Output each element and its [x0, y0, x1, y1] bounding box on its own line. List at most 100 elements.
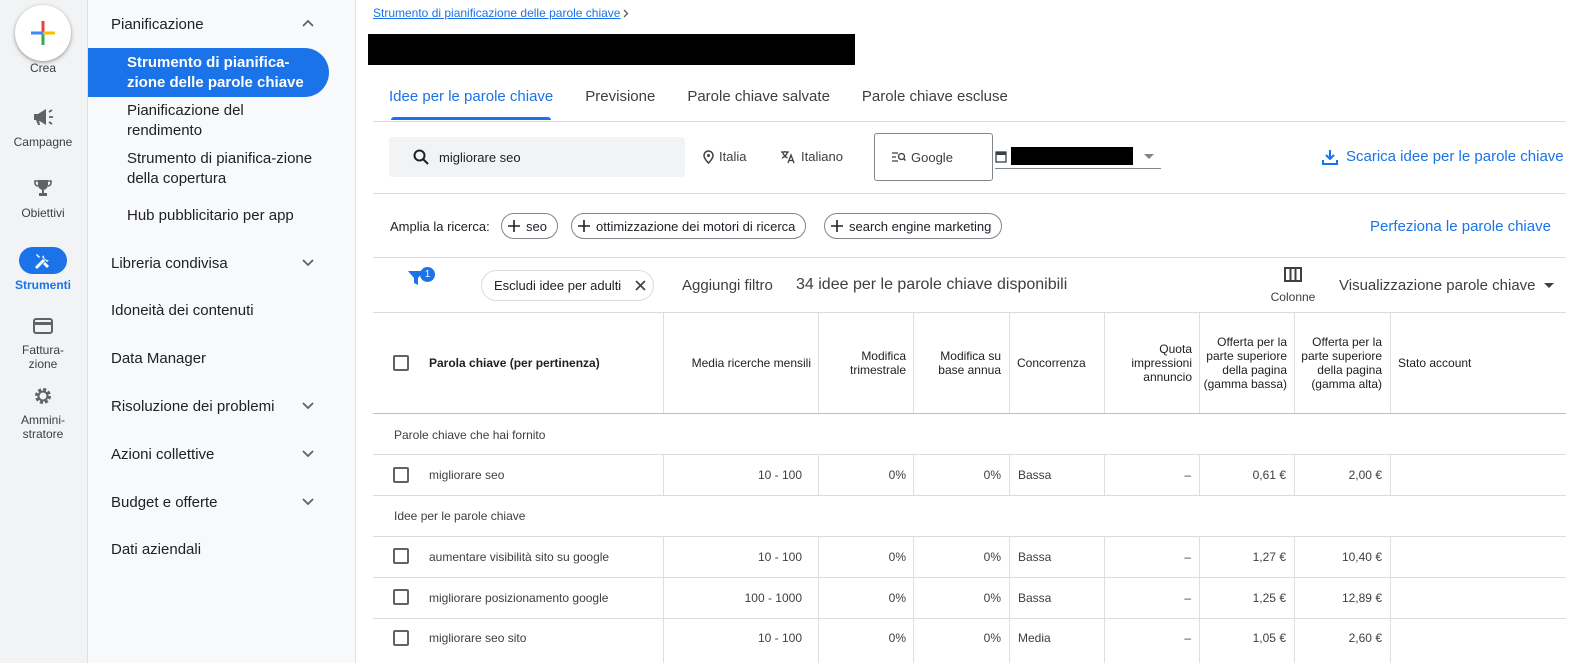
- megaphone-icon[interactable]: [0, 108, 86, 126]
- download-keyword-ideas-button[interactable]: Scarica idee per le parole chiave: [1322, 148, 1564, 165]
- sidebar: Pianificazione Strumento di pianifica-zi…: [88, 0, 356, 663]
- tab-negative-keywords[interactable]: Parole chiave escluse: [846, 78, 1024, 121]
- date-range-selector[interactable]: [995, 147, 1161, 169]
- tab-forecast[interactable]: Previsione: [569, 78, 671, 121]
- create-label: Crea: [29, 61, 56, 75]
- columns-icon: [1284, 267, 1302, 282]
- rail-item-campaigns[interactable]: Campagne: [0, 135, 86, 149]
- refine-keywords-button[interactable]: Perfeziona le parole chiave: [1370, 218, 1551, 235]
- broaden-search-label: Amplia la ricerca:: [390, 219, 490, 234]
- header-keyword[interactable]: Parola chiave (per pertinenza): [421, 313, 663, 413]
- broaden-chip-sem[interactable]: search engine marketing: [824, 213, 1003, 239]
- dropdown-arrow-icon: [1144, 154, 1154, 159]
- trophy-icon[interactable]: [0, 178, 86, 198]
- sidebar-item-content-suitability[interactable]: Idoneità dei contenuti: [111, 302, 254, 319]
- tools-icon[interactable]: [19, 247, 67, 274]
- search-value[interactable]: migliorare seo: [439, 150, 521, 165]
- three-month-cell: 0%: [888, 468, 906, 482]
- row-checkbox[interactable]: [393, 589, 409, 605]
- tab-keyword-ideas[interactable]: Idee per le parole chiave: [373, 78, 569, 121]
- column-divider: [1009, 536, 1010, 663]
- column-divider: [1390, 536, 1391, 663]
- keyword-search-input[interactable]: migliorare seo: [389, 137, 685, 177]
- sidebar-item-bulk-actions[interactable]: Azioni collettive: [111, 446, 214, 463]
- impression-share-cell: –: [1184, 468, 1191, 482]
- header-account-status[interactable]: Stato account: [1390, 313, 1566, 413]
- sidebar-item-planning[interactable]: Pianificazione: [111, 16, 204, 33]
- chevron-up-icon[interactable]: [302, 19, 314, 27]
- competition-cell: Bassa: [1018, 550, 1052, 564]
- sidebar-item-budgets-bids[interactable]: Budget e offerte: [111, 494, 217, 511]
- avg-searches-cell: 10 - 100: [757, 550, 802, 564]
- three-month-cell: 0%: [888, 591, 906, 605]
- column-divider: [913, 313, 914, 413]
- column-divider: [1390, 313, 1391, 413]
- bid-low-cell: 1,05 €: [1252, 631, 1286, 645]
- sidebar-item-keyword-planner[interactable]: Strumento di pianifica-zione delle parol…: [127, 53, 322, 93]
- sidebar-item-reach-planner[interactable]: Strumento di pianifica-zione della coper…: [127, 149, 322, 189]
- bid-high-cell: 2,00 €: [1348, 468, 1382, 482]
- row-checkbox[interactable]: [393, 630, 409, 646]
- location-label: Italia: [719, 149, 747, 164]
- chevron-down-icon[interactable]: [302, 450, 314, 458]
- sidebar-item-data-manager[interactable]: Data Manager: [111, 350, 206, 367]
- header-competition[interactable]: Concorrenza: [1009, 313, 1104, 413]
- keyword-view-selector[interactable]: Visualizzazione parole chiave: [1339, 277, 1554, 294]
- columns-label: Colonne: [1270, 290, 1316, 304]
- tab-saved-keywords[interactable]: Parole chiave salvate: [671, 78, 846, 121]
- credit-card-icon[interactable]: [0, 318, 86, 334]
- chevron-down-icon[interactable]: [302, 402, 314, 410]
- sidebar-item-troubleshooting[interactable]: Risoluzione dei problemi: [111, 398, 274, 415]
- breadcrumb-link[interactable]: Strumento di pianificazione delle parole…: [373, 6, 620, 20]
- header-avg-monthly-searches[interactable]: Media ricerche mensili: [663, 313, 819, 413]
- rail-item-admin[interactable]: Ammini- stratore: [0, 413, 86, 441]
- chip-label: Escludi idee per adulti: [494, 278, 622, 293]
- network-selector[interactable]: Google: [874, 133, 993, 181]
- dropdown-arrow-icon: [1543, 283, 1554, 288]
- close-icon[interactable]: [635, 280, 646, 291]
- sidebar-item-shared-library[interactable]: Libreria condivisa: [111, 255, 228, 272]
- header-ad-impression-share[interactable]: Quota impressioni annuncio: [1104, 313, 1200, 413]
- rail-item-billing[interactable]: Fattura- zione: [0, 343, 86, 371]
- sidebar-item-business-data[interactable]: Dati aziendali: [111, 541, 201, 558]
- impression-share-cell: –: [1184, 550, 1191, 564]
- chevron-down-icon[interactable]: [302, 259, 314, 267]
- create-button[interactable]: [15, 5, 71, 61]
- breadcrumb[interactable]: Strumento di pianificazione delle parole…: [373, 6, 629, 20]
- gear-icon[interactable]: [0, 386, 86, 406]
- columns-button[interactable]: Colonne: [1258, 267, 1328, 304]
- chip-label: ottimizzazione dei motori di ricerca: [596, 218, 796, 234]
- bid-high-cell: 2,60 €: [1348, 631, 1382, 645]
- column-divider: [818, 454, 819, 495]
- broaden-chip-seo-optimization[interactable]: ottimizzazione dei motori di ricerca: [571, 213, 807, 239]
- header-top-bid-low[interactable]: Offerta per la parte superiore della pag…: [1200, 313, 1295, 413]
- language-selector[interactable]: Italiano: [780, 149, 843, 164]
- broaden-chip-seo[interactable]: seo: [501, 213, 558, 239]
- exclude-adult-ideas-chip[interactable]: Escludi idee per adulti: [481, 270, 654, 301]
- add-filter-button[interactable]: Aggiungi filtro: [682, 277, 773, 294]
- row-checkbox[interactable]: [393, 548, 409, 564]
- select-all-checkbox[interactable]: [393, 355, 409, 371]
- header-yoy-change[interactable]: Modifica su base annua: [914, 313, 1009, 413]
- column-divider: [913, 454, 914, 495]
- location-selector[interactable]: Italia: [703, 149, 746, 164]
- divider: [373, 536, 1566, 537]
- row-checkbox[interactable]: [393, 467, 409, 483]
- location-pin-icon: [703, 149, 714, 164]
- divider: [373, 413, 1566, 414]
- header-three-month-change[interactable]: Modifica trimestrale: [819, 313, 914, 413]
- bid-low-cell: 1,27 €: [1252, 550, 1286, 564]
- available-ideas-count: 34 idee per le parole chiave disponibili: [796, 276, 1068, 293]
- chevron-down-icon[interactable]: [302, 498, 314, 506]
- plus-icon: [508, 220, 520, 232]
- filter-count-badge: 1: [420, 267, 435, 282]
- left-rail: Crea Campagne Obiettivi Strumenti Fattur…: [0, 0, 88, 663]
- sidebar-item-performance-planner[interactable]: Pianificazione del rendimento: [127, 101, 322, 141]
- header-top-bid-high[interactable]: Offerta per la parte superiore della pag…: [1295, 313, 1390, 413]
- rail-item-tools[interactable]: Strumenti: [0, 278, 86, 292]
- avg-searches-cell: 100 - 1000: [744, 591, 802, 605]
- chevron-right-icon: [623, 9, 629, 17]
- rail-item-goals[interactable]: Obiettivi: [0, 206, 86, 220]
- sidebar-item-app-hub[interactable]: Hub pubblicitario per app: [127, 206, 322, 226]
- download-label: Scarica idee per le parole chiave: [1346, 148, 1564, 165]
